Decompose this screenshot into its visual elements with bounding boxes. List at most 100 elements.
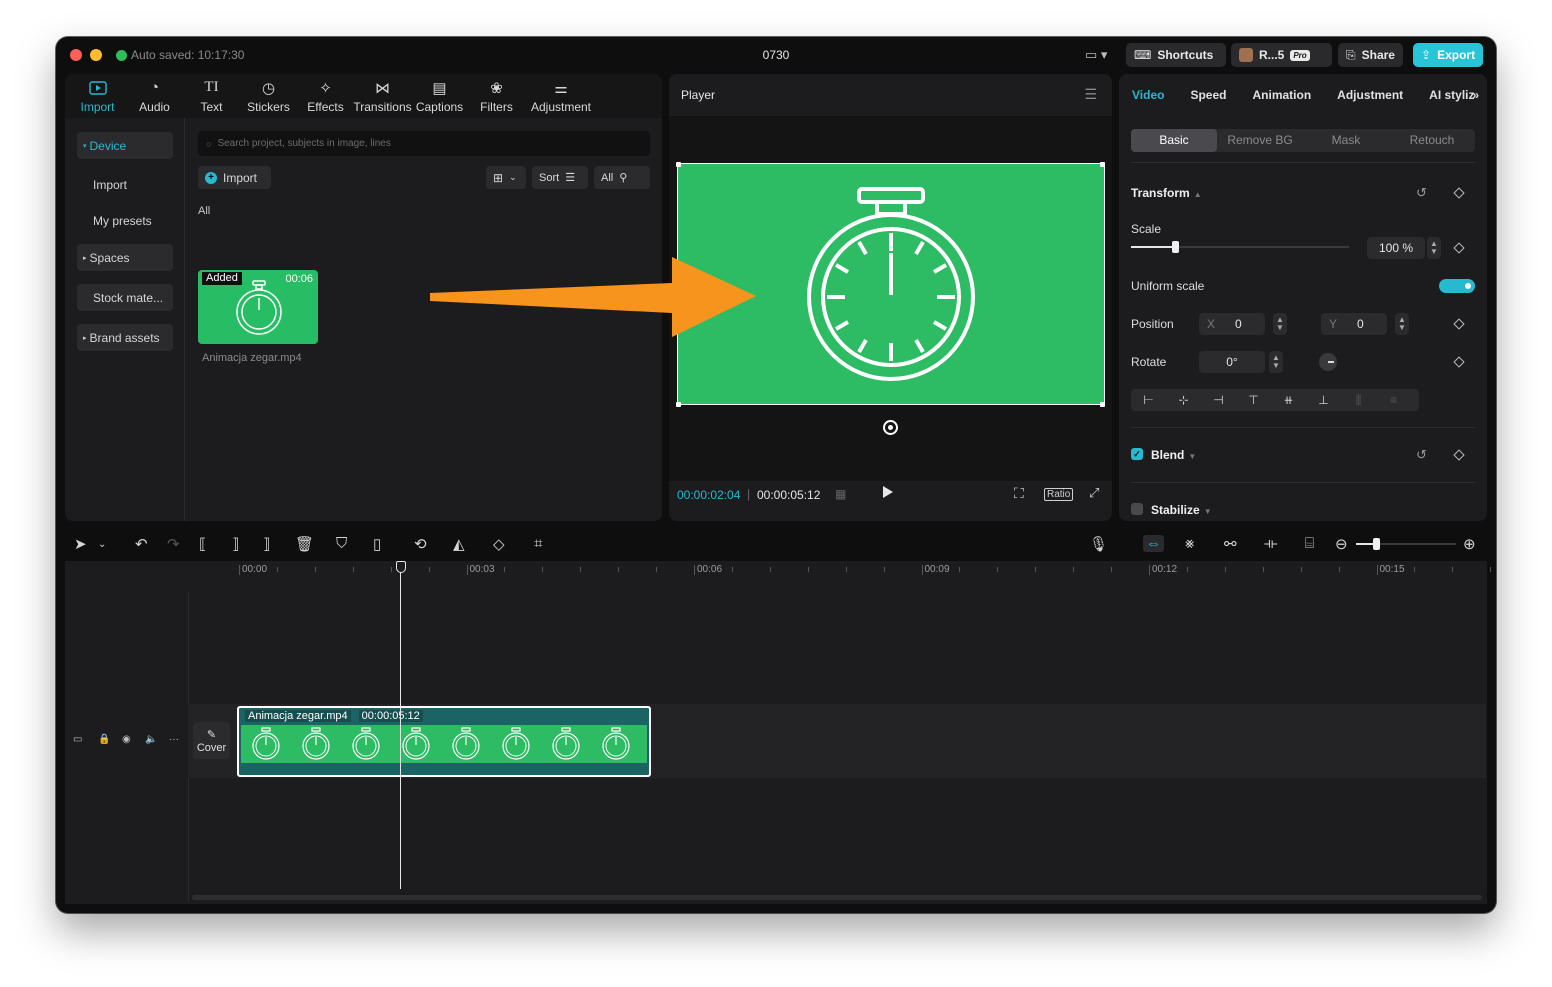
scale-input[interactable]: 100 % bbox=[1367, 237, 1425, 259]
position-x-input[interactable]: X0 bbox=[1199, 313, 1265, 335]
fit-timeline-icon[interactable]: ⌸ bbox=[1305, 535, 1314, 552]
timeline-scrollbar[interactable] bbox=[192, 895, 1482, 900]
shortcuts-button[interactable]: ⌨ Shortcuts bbox=[1126, 43, 1226, 67]
tab-ai-stylize[interactable]: AI stylize bbox=[1416, 88, 1474, 102]
resize-handle[interactable] bbox=[676, 162, 681, 167]
filter-button[interactable]: All ⚲ bbox=[594, 166, 650, 189]
position-y-stepper[interactable]: ▲ ▼ bbox=[1395, 313, 1409, 335]
zoom-out-icon[interactable]: ⊖ bbox=[1335, 535, 1348, 553]
tab-video[interactable]: Video bbox=[1119, 88, 1177, 102]
tab-stickers[interactable]: ◷ Stickers bbox=[240, 74, 297, 118]
sidenav-stock-materials[interactable]: Stock mate... bbox=[77, 284, 173, 311]
rotate-icon[interactable]: ◇ bbox=[493, 535, 505, 553]
freeze-icon[interactable]: ▯ bbox=[373, 535, 381, 553]
snap-icon[interactable]: ⨳ bbox=[1185, 535, 1194, 552]
rotate-stepper[interactable]: ▲ ▼ bbox=[1269, 351, 1283, 373]
tab-adjustment[interactable]: ⚌ Adjustment bbox=[525, 74, 597, 118]
sidenav-device[interactable]: ▾ Device bbox=[77, 132, 173, 159]
marker-icon[interactable]: ⛉ bbox=[336, 535, 347, 552]
position-x-stepper[interactable]: ▲ ▼ bbox=[1273, 313, 1287, 335]
tab-text[interactable]: TI Text bbox=[183, 74, 240, 118]
export-button[interactable]: ⇪ Export bbox=[1413, 43, 1483, 67]
menu-icon[interactable]: ☰ bbox=[1084, 86, 1097, 103]
delete-icon[interactable]: 🗑 bbox=[295, 535, 314, 553]
blend-section[interactable]: Blend ▼ bbox=[1151, 448, 1196, 462]
scale-stepper[interactable]: ▲ ▼ bbox=[1427, 237, 1441, 259]
crop-icon[interactable]: ⌗ bbox=[534, 535, 542, 552]
tab-adjustment[interactable]: Adjustment bbox=[1324, 88, 1416, 102]
more-icon[interactable]: ··· bbox=[169, 734, 179, 745]
subtab-basic[interactable]: Basic bbox=[1131, 129, 1217, 152]
scale-slider-track[interactable] bbox=[1131, 241, 1349, 253]
resize-handle[interactable] bbox=[676, 402, 681, 407]
align-center-v-icon[interactable]: ⧺ bbox=[1271, 393, 1306, 407]
sidenav-spaces[interactable]: ▸ Spaces bbox=[77, 244, 173, 271]
mirror-icon[interactable]: ◭ bbox=[453, 535, 465, 553]
tab-import[interactable]: Import bbox=[69, 74, 126, 118]
reset-icon[interactable]: ↺ bbox=[1416, 447, 1427, 463]
ratio-button[interactable]: Ratio bbox=[1044, 488, 1074, 501]
sidenav-import[interactable]: Import bbox=[77, 171, 173, 198]
rotate-input[interactable]: 0° bbox=[1199, 351, 1265, 373]
tab-transitions[interactable]: ⋈ Transitions bbox=[353, 74, 411, 118]
keyframe-diamond-icon[interactable] bbox=[1453, 187, 1465, 199]
reverse-icon[interactable]: ⟲ bbox=[414, 535, 427, 553]
lock-icon[interactable]: 🔒 bbox=[98, 734, 110, 745]
view-mode-button[interactable]: ⊞ ⌄ bbox=[486, 166, 526, 189]
stabilize-checkbox[interactable] bbox=[1131, 503, 1143, 515]
blend-checkbox[interactable]: ✓ bbox=[1131, 448, 1143, 460]
tab-captions[interactable]: ▤ Captions bbox=[411, 74, 468, 118]
sidenav-brand-assets[interactable]: ▸ Brand assets bbox=[77, 324, 173, 351]
align-top-icon[interactable]: ⊤ bbox=[1236, 393, 1271, 407]
playhead-line[interactable] bbox=[400, 569, 401, 889]
stabilize-section[interactable]: Stabilize ▼ bbox=[1151, 503, 1212, 517]
video-clip[interactable]: Animacja zegar.mp4 00:00:05:12 bbox=[237, 706, 651, 777]
timecode-grid-icon[interactable]: ▦ bbox=[835, 487, 846, 501]
transform-section[interactable]: Transform ▲ bbox=[1131, 186, 1202, 200]
zoom-slider-handle[interactable] bbox=[1373, 538, 1380, 550]
tab-audio[interactable]: ◔ Audio bbox=[126, 74, 183, 118]
subtab-mask[interactable]: Mask bbox=[1303, 129, 1389, 152]
subtab-remove-bg[interactable]: Remove BG bbox=[1217, 129, 1303, 152]
uniform-scale-toggle[interactable] bbox=[1439, 279, 1475, 293]
resize-handle[interactable] bbox=[1100, 402, 1105, 407]
chevron-down-icon[interactable]: ⌄ bbox=[98, 539, 106, 550]
tab-filters[interactable]: ❀ Filters bbox=[468, 74, 525, 118]
zoom-slider[interactable] bbox=[1356, 538, 1456, 550]
media-thumbnail[interactable]: Added 00:06 bbox=[198, 270, 318, 344]
split-left-icon[interactable]: ⟧ bbox=[232, 535, 239, 553]
tab-speed[interactable]: Speed bbox=[1177, 88, 1239, 102]
keyframe-diamond-icon[interactable] bbox=[1453, 242, 1465, 254]
keyframe-diamond-icon[interactable] bbox=[1453, 356, 1465, 368]
align-bottom-icon[interactable]: ⊥ bbox=[1306, 393, 1341, 407]
eye-icon[interactable]: ◉ bbox=[122, 734, 131, 745]
align-center-h-icon[interactable]: ⊹ bbox=[1166, 393, 1201, 407]
rotate-dial[interactable] bbox=[1319, 353, 1337, 371]
keyframe-diamond-icon[interactable] bbox=[1453, 318, 1465, 330]
main-track-magnet-icon[interactable]: ⇔ bbox=[1143, 535, 1164, 552]
import-media-button[interactable]: + Import bbox=[198, 166, 271, 189]
keyframe-diamond-icon[interactable] bbox=[1453, 449, 1465, 461]
rotate-handle-icon[interactable] bbox=[883, 420, 898, 435]
fullscreen-icon[interactable]: ⤢ bbox=[1089, 485, 1099, 501]
undo-icon[interactable]: ↶ bbox=[135, 535, 148, 553]
tab-effects[interactable]: ✧ Effects bbox=[297, 74, 354, 118]
align-right-icon[interactable]: ⊣ bbox=[1201, 393, 1236, 407]
position-y-input[interactable]: Y0 bbox=[1321, 313, 1387, 335]
share-button[interactable]: ⎘ Share bbox=[1338, 43, 1403, 67]
select-cursor-icon[interactable]: ➤ bbox=[74, 535, 87, 553]
zoom-in-icon[interactable]: ⊕ bbox=[1463, 535, 1476, 553]
layout-icon[interactable]: ▭ ▾ bbox=[1085, 47, 1107, 63]
microphone-icon[interactable]: 🎙 bbox=[1089, 535, 1108, 553]
tab-animation[interactable]: Animation bbox=[1239, 88, 1324, 102]
play-button[interactable] bbox=[883, 486, 893, 498]
preview-axis-icon[interactable]: ⟛ bbox=[1264, 535, 1278, 552]
scale-slider-handle[interactable] bbox=[1171, 241, 1179, 253]
playhead-handle[interactable] bbox=[396, 561, 406, 573]
sort-button[interactable]: Sort ☰ bbox=[532, 166, 588, 189]
align-left-icon[interactable]: ⊢ bbox=[1131, 393, 1166, 407]
zoom-fit-icon[interactable]: ⛶ bbox=[1014, 485, 1024, 502]
reset-icon[interactable]: ↺ bbox=[1416, 185, 1427, 201]
account-button[interactable]: R...5 Pro bbox=[1231, 43, 1332, 67]
subtab-retouch[interactable]: Retouch bbox=[1389, 129, 1475, 152]
